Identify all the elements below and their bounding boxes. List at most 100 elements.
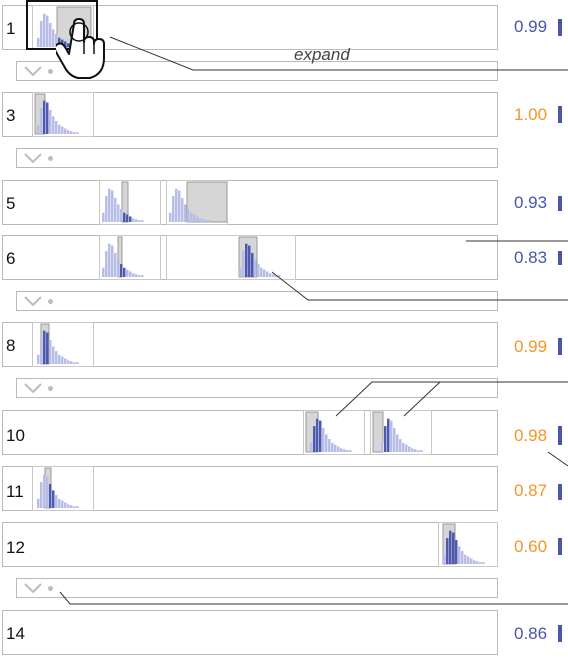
histogram-bar — [190, 212, 193, 222]
score-bar — [558, 426, 562, 445]
histogram-bar — [123, 267, 126, 277]
histogram-bar — [46, 476, 49, 508]
table-row[interactable]: 12 — [2, 522, 498, 567]
histogram-bar — [117, 204, 120, 222]
chevron-down-icon[interactable] — [23, 294, 45, 313]
histogram-bar — [64, 128, 67, 134]
histogram-bar — [417, 450, 420, 452]
histogram-bar — [381, 442, 384, 452]
histogram-bar — [175, 188, 178, 222]
collapsed-row-group[interactable] — [16, 578, 498, 598]
dot-icon — [48, 386, 53, 391]
chevron-down-icon[interactable] — [23, 151, 45, 170]
histogram-bar — [67, 360, 70, 364]
mini-histogram — [102, 181, 144, 223]
histogram-bar — [120, 209, 123, 222]
histogram-cell[interactable] — [303, 410, 365, 455]
histogram-bar — [337, 446, 340, 452]
histogram-bar — [181, 197, 184, 222]
row-id-label: 8 — [6, 336, 16, 355]
table-row[interactable]: 14 — [2, 610, 498, 655]
histogram-bar — [482, 562, 485, 564]
histogram-bar — [70, 361, 73, 364]
histogram-bar — [76, 506, 79, 508]
histogram-bar — [49, 483, 52, 508]
collapsed-row-group[interactable] — [16, 291, 498, 311]
histogram-bar — [73, 132, 76, 134]
score-bar — [558, 538, 562, 555]
histogram-bar — [242, 251, 245, 277]
histogram-bar — [61, 126, 64, 134]
histogram-bar — [37, 498, 40, 508]
row-id-label: 5 — [6, 194, 16, 213]
collapsed-row-group[interactable] — [16, 378, 498, 398]
mini-histogram — [37, 323, 79, 365]
histogram-bar — [470, 558, 473, 564]
histogram-bar — [58, 354, 61, 364]
histogram-bar — [390, 420, 393, 452]
histogram-cell[interactable] — [166, 180, 228, 225]
dot-icon — [48, 69, 53, 74]
histogram-bar — [58, 498, 61, 508]
histogram-bar — [187, 209, 190, 222]
histogram-cell[interactable] — [32, 92, 94, 137]
histogram-bar — [52, 346, 55, 364]
row-score: 0.99 — [514, 337, 548, 356]
histogram-bar — [334, 444, 337, 452]
histogram-bar — [138, 220, 141, 222]
mini-histogram — [238, 236, 281, 278]
chevron-down-icon[interactable] — [23, 581, 45, 600]
histogram-bar — [43, 330, 46, 364]
histogram-bar — [126, 214, 129, 222]
row-id-label: 10 — [6, 426, 25, 445]
row-score: 0.86 — [514, 624, 548, 643]
row-score: 0.60 — [514, 537, 548, 556]
histogram-bar — [40, 108, 43, 134]
histogram-bar — [313, 426, 316, 452]
histogram-bar — [479, 562, 482, 564]
histogram-bar — [43, 100, 46, 134]
histogram-cell[interactable] — [166, 235, 296, 280]
dot-icon — [48, 156, 53, 161]
histogram-bar — [248, 245, 251, 277]
histogram-bar — [37, 124, 40, 134]
histogram-bar — [184, 204, 187, 222]
histogram-bar — [346, 450, 349, 452]
histogram-bar — [269, 273, 272, 277]
histogram-cell[interactable] — [99, 235, 161, 280]
histogram-cell[interactable] — [32, 322, 94, 367]
histogram-bar — [467, 556, 470, 564]
histogram-bar — [199, 218, 202, 222]
histogram-bar — [76, 362, 79, 364]
score-bar — [558, 625, 562, 642]
collapsed-row-group[interactable] — [16, 148, 498, 168]
histogram-bar — [260, 267, 263, 277]
histogram-bar — [411, 448, 414, 452]
histogram-cell[interactable] — [32, 466, 94, 511]
histogram-bar — [135, 219, 138, 222]
histogram-bar — [196, 216, 199, 222]
chevron-down-icon[interactable] — [23, 381, 45, 400]
score-bar — [558, 106, 562, 123]
histogram-bar — [135, 274, 138, 277]
chevron-down-icon[interactable] — [23, 64, 45, 83]
histogram-cell[interactable] — [99, 180, 161, 225]
row-score: 0.83 — [514, 248, 548, 267]
histogram-bar — [49, 109, 52, 134]
histogram-bar — [73, 506, 76, 508]
histogram-bar — [476, 561, 479, 564]
histogram-bar — [141, 220, 144, 222]
histogram-bar — [141, 275, 144, 277]
histogram-bar — [55, 495, 58, 508]
histogram-bar — [343, 449, 346, 452]
histogram-cell[interactable] — [370, 410, 432, 455]
histogram-cell[interactable] — [438, 522, 498, 567]
histogram-bar — [61, 356, 64, 364]
table-row[interactable]: 5 — [2, 180, 498, 225]
histogram-bar — [37, 354, 40, 364]
histogram-bar — [399, 439, 402, 452]
histogram-bar — [108, 188, 111, 222]
histogram-bar — [322, 427, 325, 452]
histogram-bar — [340, 448, 343, 452]
histogram-bar — [46, 332, 49, 364]
